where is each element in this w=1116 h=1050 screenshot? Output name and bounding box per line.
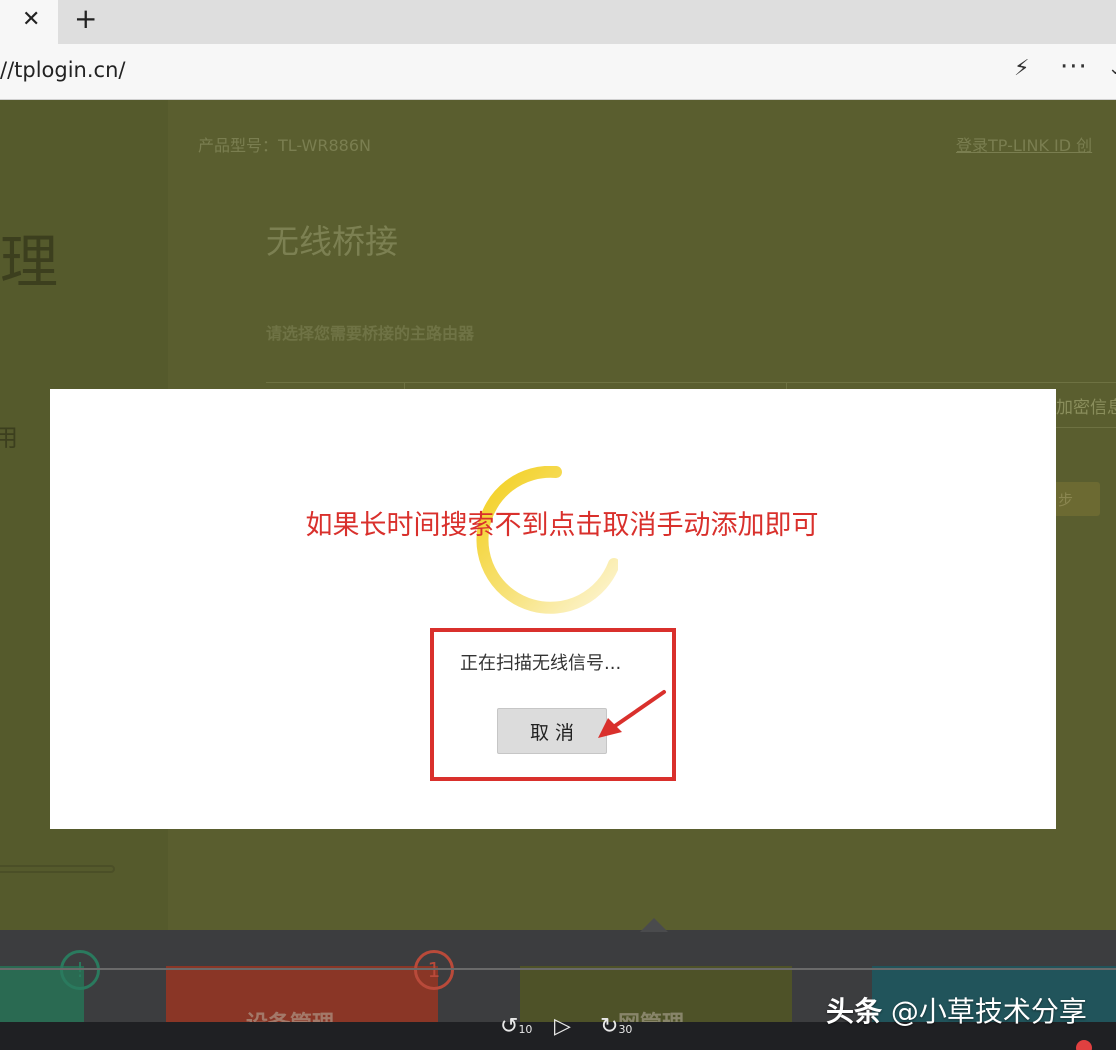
sidebar-item-label: 用 [0,424,18,452]
alert-badge: ! [60,950,100,990]
tplink-login-link[interactable]: 登录TP-LINK ID 创 [956,132,1092,156]
more-icon[interactable]: ··· [1060,52,1088,82]
product-model: 产品型号：TL-WR886N [198,136,371,155]
bolt-icon[interactable]: ⚡ [1014,56,1029,81]
close-icon[interactable]: ✕ [22,7,40,32]
sidebar-title: 理 [0,228,59,296]
watermark: 头条 @小草技术分享 [826,995,1087,1028]
scan-status: 正在扫描无线信号... [460,653,622,674]
chevron-down-icon[interactable]: ⌄ [1108,58,1116,79]
rewind-icon[interactable]: ↺10 [500,1014,532,1039]
record-icon [1076,1040,1092,1050]
url-field[interactable]: //tplogin.cn/ [0,58,125,82]
page-subtitle: 请选择您需要桥接的主路由器 [266,324,475,343]
count-badge: 1 [414,950,454,990]
video-progress[interactable] [0,968,1116,970]
play-icon[interactable]: ▷ [554,1014,571,1039]
column-encryption: 加密信息 [1056,398,1116,418]
browser-tab[interactable]: ✕ [0,0,58,44]
forward-icon[interactable]: ↻30 [600,1014,632,1039]
arrow-icon [598,690,666,738]
annotation-text: 如果长时间搜索不到点击取消手动添加即可 [305,510,819,541]
panel-notch [640,918,668,932]
address-bar: //tplogin.cn/ ⚡ ··· ⌄ [0,44,1116,100]
plus-icon[interactable]: + [74,2,97,35]
sidebar-slider [0,865,115,873]
tab-bar: ✕ + [0,0,1116,44]
page-title: 无线桥接 [266,222,398,261]
